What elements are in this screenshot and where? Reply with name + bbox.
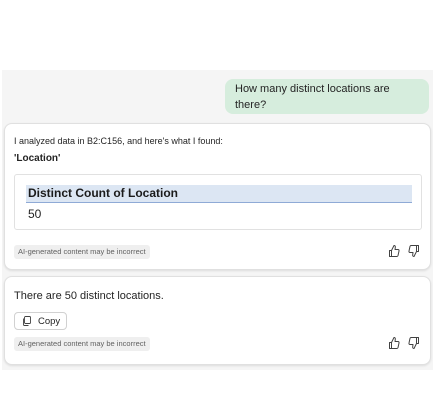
analysis-intro-text: I analyzed data in B2:C156, and here's w… xyxy=(14,136,223,146)
ai-disclaimer-badge: AI-generated content may be incorrect xyxy=(14,337,150,351)
response-card-answer: There are 50 distinct locations. Copy AI… xyxy=(4,276,431,365)
field-label: 'Location' xyxy=(14,153,61,164)
ai-disclaimer-badge: AI-generated content may be incorrect xyxy=(14,245,150,259)
user-message-text: How many distinct locations are there? xyxy=(235,82,390,111)
copy-icon xyxy=(22,316,32,326)
feedback-controls xyxy=(388,244,420,258)
answer-text: There are 50 distinct locations. xyxy=(14,290,164,302)
response-card-analysis: I analyzed data in B2:C156, and here's w… xyxy=(4,123,431,270)
user-message-bubble: How many distinct locations are there? xyxy=(225,79,429,114)
thumbs-down-icon[interactable] xyxy=(408,244,420,258)
copy-button-label: Copy xyxy=(38,315,61,327)
thumbs-down-icon[interactable] xyxy=(408,336,420,350)
result-table-value: 50 xyxy=(28,207,42,221)
thumbs-up-icon[interactable] xyxy=(388,336,400,350)
chat-pane: How many distinct locations are there? I… xyxy=(2,70,433,370)
feedback-controls xyxy=(388,336,420,350)
thumbs-up-icon[interactable] xyxy=(388,244,400,258)
result-table-header: Distinct Count of Location xyxy=(26,185,412,203)
result-table: Distinct Count of Location 50 xyxy=(14,174,422,230)
copy-button[interactable]: Copy xyxy=(14,312,67,330)
